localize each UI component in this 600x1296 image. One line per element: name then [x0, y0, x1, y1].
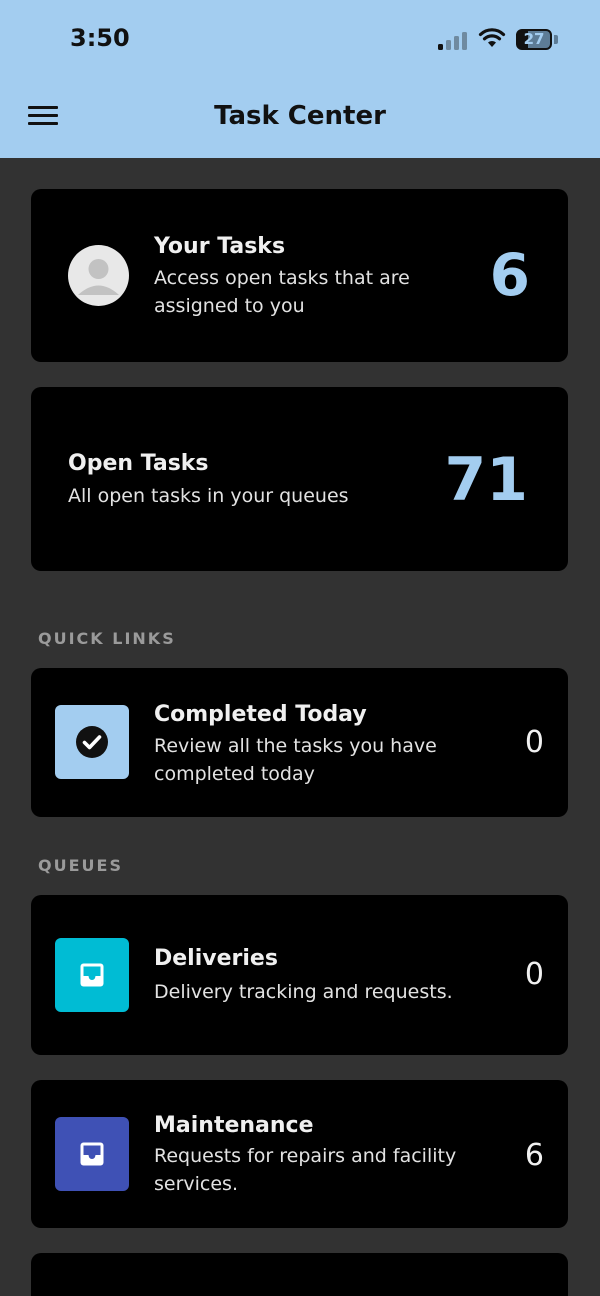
open-tasks-description: All open tasks in your queues — [68, 485, 349, 507]
page-title: Task Center — [214, 101, 386, 131]
queue-maintenance-title: Maintenance — [154, 1113, 314, 1138]
your-tasks-description: Access open tasks that are assigned to y… — [154, 267, 410, 317]
queue-next-card-partial[interactable] — [31, 1253, 568, 1296]
queue-maintenance-card[interactable]: Maintenance Requests for repairs and fac… — [31, 1080, 568, 1228]
your-tasks-card[interactable]: Your Tasks Access open tasks that are as… — [31, 189, 568, 362]
wifi-icon — [478, 28, 506, 47]
open-tasks-count: 71 — [444, 445, 529, 515]
queues-label: QUEUES — [38, 856, 123, 875]
completed-today-description: Review all the tasks you have completed … — [154, 735, 437, 785]
inbox-icon — [55, 938, 129, 1012]
queue-deliveries-count: 0 — [524, 957, 544, 992]
queue-maintenance-description: Requests for repairs and facility servic… — [154, 1145, 457, 1195]
completed-today-title: Completed Today — [154, 702, 367, 727]
queue-deliveries-description: Delivery tracking and requests. — [154, 981, 453, 1003]
battery-level: 27 — [523, 30, 545, 48]
completed-today-card[interactable]: Completed Today Review all the tasks you… — [31, 668, 568, 817]
completed-today-count: 0 — [524, 725, 544, 760]
status-time: 3:50 — [70, 24, 130, 52]
user-avatar-icon — [68, 245, 129, 306]
open-tasks-card[interactable]: Open Tasks All open tasks in your queues… — [31, 387, 568, 571]
queue-maintenance-count: 6 — [524, 1138, 544, 1173]
quick-links-label: QUICK LINKS — [38, 629, 176, 648]
app-header: 3:50 27 Task Center — [0, 0, 600, 158]
battery-cap — [554, 35, 558, 44]
inbox-icon — [55, 1117, 129, 1191]
open-tasks-title: Open Tasks — [68, 451, 209, 476]
queue-deliveries-title: Deliveries — [154, 946, 278, 971]
battery-icon: 27 — [516, 29, 552, 50]
cellular-signal-icon — [438, 30, 468, 50]
status-bar: 3:50 27 — [0, 0, 600, 80]
your-tasks-title: Your Tasks — [154, 234, 286, 259]
queue-deliveries-card[interactable]: Deliveries Delivery tracking and request… — [31, 895, 568, 1055]
check-circle-icon — [55, 705, 129, 779]
your-tasks-count: 6 — [489, 241, 530, 309]
